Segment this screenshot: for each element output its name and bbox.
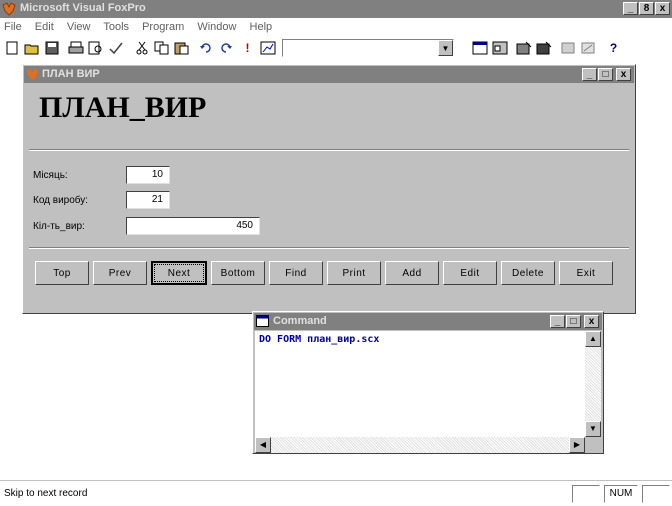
command-window-icon[interactable] bbox=[470, 38, 489, 57]
status-panel-end bbox=[642, 485, 670, 503]
quantity-label: Кіл-ть_вир: bbox=[33, 221, 85, 232]
form-fox-icon bbox=[26, 68, 39, 81]
command-window-icon-small bbox=[256, 315, 269, 327]
buttons-separator bbox=[29, 247, 629, 249]
size-grip-icon[interactable] bbox=[585, 437, 601, 453]
month-label: Місяць: bbox=[33, 170, 68, 181]
open-icon[interactable] bbox=[22, 38, 41, 57]
menu-program[interactable]: Program bbox=[142, 21, 184, 33]
close-button[interactable]: x bbox=[655, 2, 670, 15]
menu-help[interactable]: Help bbox=[250, 21, 273, 33]
form-title-bar: ПЛАН ВИР _ □ x bbox=[24, 66, 634, 83]
print-preview-icon[interactable] bbox=[86, 38, 105, 57]
toolbar-combo[interactable]: ▼ bbox=[282, 39, 454, 57]
command-window: Command _ □ x DO FORM план_вир.scx ▲ ▼ ◀… bbox=[252, 311, 604, 454]
form-close-button[interactable]: x bbox=[616, 68, 631, 81]
status-bar: Skip to next record NUM bbox=[0, 480, 672, 506]
delete-button[interactable]: Delete bbox=[501, 261, 555, 285]
status-panel-blank bbox=[572, 485, 600, 503]
menu-view[interactable]: View bbox=[67, 21, 91, 33]
print-icon[interactable] bbox=[66, 38, 85, 57]
add-button[interactable]: Add bbox=[385, 261, 439, 285]
builder-icon[interactable] bbox=[558, 38, 577, 57]
find-button[interactable]: Find bbox=[269, 261, 323, 285]
command-line: DO FORM план_вир.scx bbox=[259, 334, 380, 345]
form-maximize-button[interactable]: □ bbox=[598, 68, 613, 81]
next-button[interactable]: Next bbox=[151, 261, 207, 285]
scroll-right-icon[interactable]: ▶ bbox=[569, 437, 585, 453]
form-wizard-icon[interactable] bbox=[514, 38, 533, 57]
redo-icon[interactable] bbox=[216, 38, 235, 57]
command-edit-area[interactable]: DO FORM план_вир.scx bbox=[255, 331, 585, 437]
app-title-bar: Microsoft Visual FoxPro _ 8 x bbox=[0, 0, 672, 18]
report-wizard-icon[interactable] bbox=[534, 38, 553, 57]
horizontal-scrollbar[interactable]: ◀ ▶ bbox=[255, 437, 585, 453]
standard-toolbar: ! ▼ ? bbox=[0, 36, 672, 60]
undo-icon[interactable] bbox=[196, 38, 215, 57]
run-icon[interactable]: ! bbox=[238, 38, 257, 57]
exit-button[interactable]: Exit bbox=[559, 261, 613, 285]
modify-form-icon[interactable] bbox=[258, 38, 277, 57]
print-button[interactable]: Print bbox=[327, 261, 381, 285]
command-maximize-button[interactable]: □ bbox=[566, 315, 581, 328]
paste-icon[interactable] bbox=[172, 38, 191, 57]
spell-check-icon[interactable] bbox=[106, 38, 125, 57]
form-window-title: ПЛАН ВИР bbox=[42, 68, 100, 80]
edit-button[interactable]: Edit bbox=[443, 261, 497, 285]
top-button[interactable]: Top bbox=[35, 261, 89, 285]
foxpro-logo-icon bbox=[2, 2, 16, 16]
scroll-left-icon[interactable]: ◀ bbox=[255, 437, 271, 453]
command-minimize-button[interactable]: _ bbox=[550, 315, 565, 328]
command-title-bar: Command _ □ x bbox=[254, 313, 602, 330]
command-window-title: Command bbox=[273, 315, 327, 327]
minimize-button[interactable]: _ bbox=[623, 2, 638, 15]
form-minimize-button[interactable]: _ bbox=[582, 68, 597, 81]
scroll-up-icon[interactable]: ▲ bbox=[585, 331, 601, 347]
status-message: Skip to next record bbox=[4, 488, 88, 499]
save-icon[interactable] bbox=[42, 38, 61, 57]
app-title: Microsoft Visual FoxPro bbox=[20, 2, 146, 14]
menu-bar: File Edit View Tools Program Window Help bbox=[0, 18, 672, 36]
view-window-icon[interactable] bbox=[490, 38, 509, 57]
maximize-button[interactable]: 8 bbox=[639, 2, 654, 15]
form-heading: ПЛАН_ВИР bbox=[39, 91, 207, 124]
menu-window[interactable]: Window bbox=[197, 21, 236, 33]
command-close-button[interactable]: x bbox=[584, 315, 599, 328]
product-code-label: Код виробу: bbox=[33, 195, 89, 206]
prev-button[interactable]: Prev bbox=[93, 261, 147, 285]
menu-file[interactable]: File bbox=[4, 21, 22, 33]
combo-dropdown-icon[interactable]: ▼ bbox=[438, 40, 453, 56]
menu-edit[interactable]: Edit bbox=[35, 21, 54, 33]
copy-icon[interactable] bbox=[152, 38, 171, 57]
cut-icon[interactable] bbox=[132, 38, 151, 57]
vertical-scrollbar[interactable]: ▲ ▼ bbox=[585, 331, 601, 437]
bottom-button[interactable]: Bottom bbox=[211, 261, 265, 285]
form-window: ПЛАН ВИР _ □ x ПЛАН_ВИР Місяць: 10 Код в… bbox=[22, 64, 636, 314]
scroll-down-icon[interactable]: ▼ bbox=[585, 421, 601, 437]
heading-separator bbox=[29, 149, 629, 151]
product-code-field[interactable]: 21 bbox=[126, 191, 170, 209]
quantity-field[interactable]: 450 bbox=[126, 217, 260, 235]
num-lock-indicator: NUM bbox=[604, 485, 638, 503]
month-field[interactable]: 10 bbox=[126, 166, 170, 184]
menu-tools[interactable]: Tools bbox=[103, 21, 129, 33]
help-icon[interactable]: ? bbox=[604, 38, 623, 57]
autoform-icon[interactable] bbox=[578, 38, 597, 57]
new-icon[interactable] bbox=[2, 38, 21, 57]
